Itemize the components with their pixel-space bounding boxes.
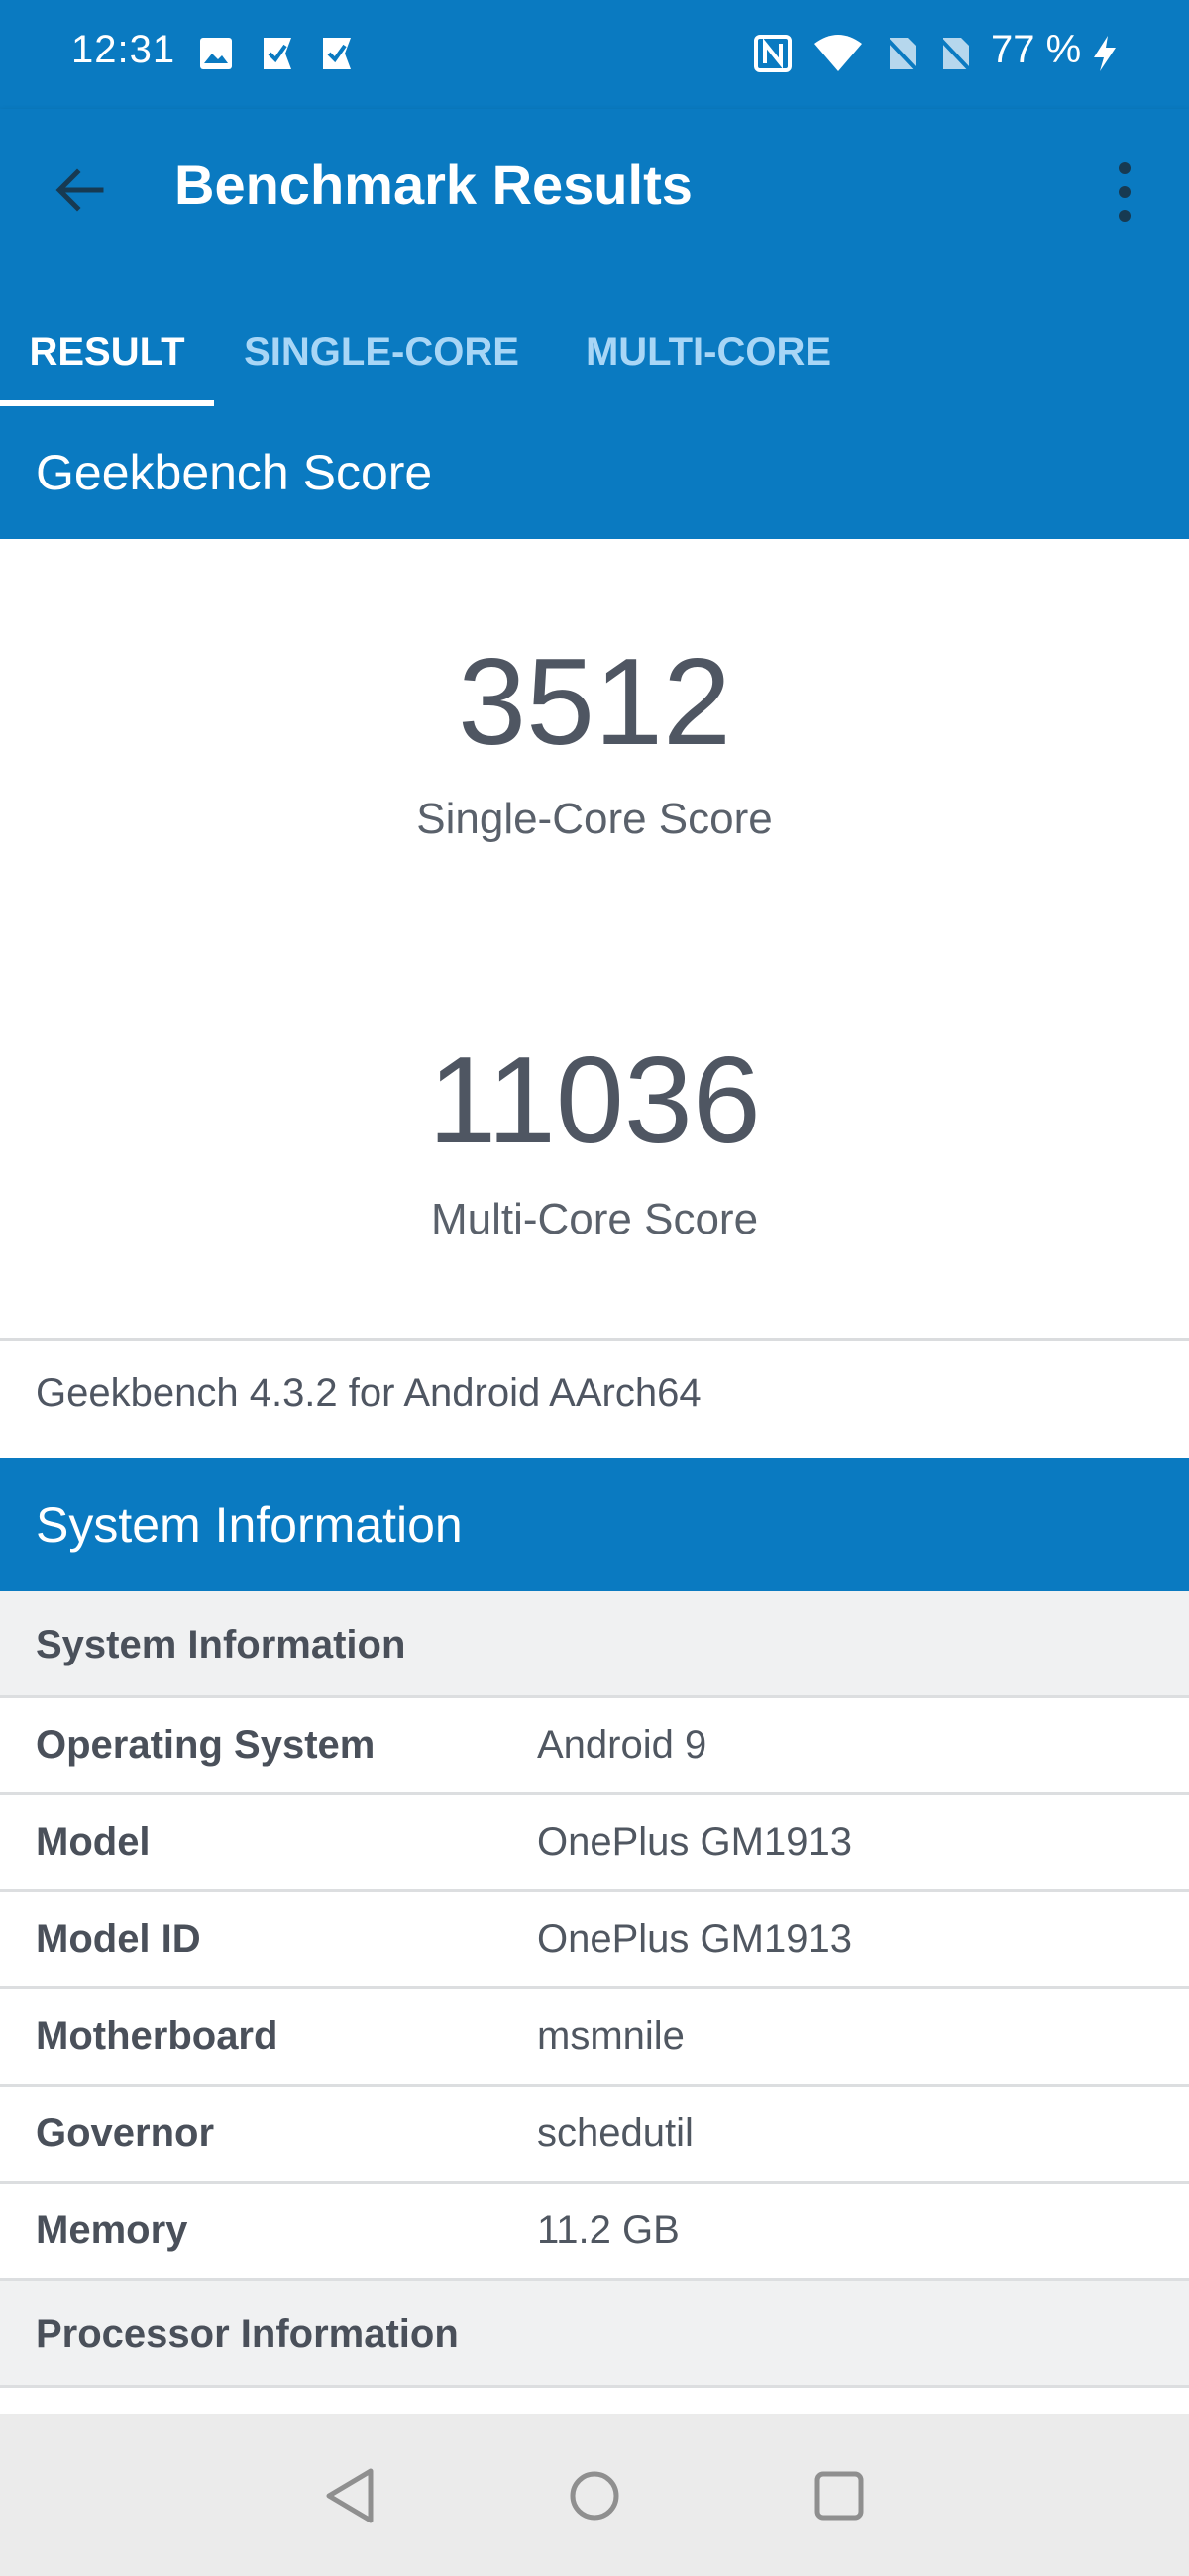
info-key: Governor (36, 2111, 215, 2155)
info-value: schedutil (537, 2111, 694, 2155)
tab-single-core[interactable]: SINGLE-CORE (228, 297, 535, 406)
nav-back-icon[interactable] (315, 2461, 384, 2530)
check-flag-icon (264, 38, 291, 69)
tab-result[interactable]: RESULT (0, 297, 214, 406)
info-group-system: System Information (0, 1591, 1189, 1698)
info-key: Motherboard (36, 2014, 278, 2058)
info-key: Operating System (36, 1723, 376, 1767)
table-row: Operating System Android 9 (0, 1698, 1189, 1795)
no-sim-icon (884, 36, 919, 73)
nav-recents-icon[interactable] (805, 2461, 874, 2530)
geekbench-score-header: Geekbench Score (0, 406, 1189, 539)
tab-bar: RESULT SINGLE-CORE MULTI-CORE (0, 297, 1189, 406)
status-bar: 12:31 77 % (0, 0, 1189, 109)
single-core-score-value: 3512 (458, 634, 731, 771)
info-key: Model (36, 1820, 151, 1864)
info-value: OnePlus GM1913 (537, 1917, 852, 1961)
back-arrow-icon[interactable] (50, 159, 113, 222)
multi-core-score-value: 11036 (428, 1032, 761, 1169)
info-key: Model ID (36, 1917, 201, 1961)
nav-home-icon[interactable] (560, 2461, 629, 2530)
table-row: Memory 11.2 GB (0, 2184, 1189, 2281)
table-row: Motherboard msmnile (0, 1989, 1189, 2087)
info-value: 11.2 GB (537, 2208, 680, 2252)
app-bar: Benchmark Results RESULT SINGLE-CORE MUL… (0, 109, 1189, 406)
multi-core-score-label: Multi-Core Score (430, 1195, 759, 1243)
divider (0, 1338, 1189, 1341)
info-value: Android 9 (537, 1723, 707, 1767)
info-value: OnePlus GM1913 (537, 1820, 852, 1864)
system-info-table: System Information Operating System Andr… (0, 1591, 1189, 2388)
single-core-score-label: Single-Core Score (416, 795, 773, 843)
table-row: Model ID OnePlus GM1913 (0, 1892, 1189, 1989)
more-options-icon[interactable] (1100, 157, 1149, 228)
info-value: msmnile (537, 2014, 685, 2058)
info-key: Memory (36, 2208, 188, 2252)
system-information-header: System Information (0, 1458, 1189, 1591)
battery-level: 77 % (991, 28, 1082, 71)
info-group-processor: Processor Information (0, 2281, 1189, 2388)
status-time: 12:31 (71, 28, 176, 71)
wifi-icon (814, 35, 862, 71)
table-row: Governor schedutil (0, 2087, 1189, 2184)
image-icon (200, 38, 232, 69)
charging-icon (1094, 36, 1116, 71)
tab-multi-core[interactable]: MULTI-CORE (570, 297, 847, 406)
no-sim-icon (937, 36, 973, 73)
check-flag-icon (323, 38, 351, 69)
page-title: Benchmark Results (174, 154, 693, 216)
nfc-icon (754, 35, 792, 72)
navigation-bar (0, 2414, 1189, 2576)
table-row: Model OnePlus GM1913 (0, 1795, 1189, 1892)
geekbench-version: Geekbench 4.3.2 for Android AArch64 (36, 1371, 702, 1415)
